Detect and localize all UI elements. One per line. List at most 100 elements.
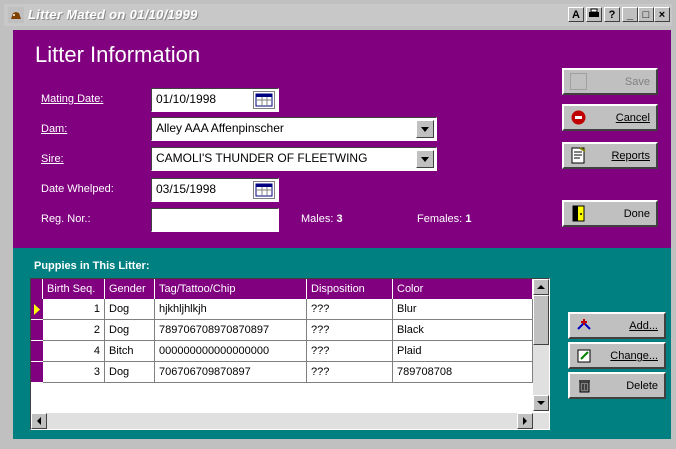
- dog-app-icon: [8, 7, 24, 23]
- cell-birth-seq[interactable]: 4: [43, 341, 105, 362]
- cell-disposition[interactable]: ???: [307, 341, 393, 362]
- save-button[interactable]: Save: [562, 68, 658, 95]
- reports-button[interactable]: Reports: [562, 142, 658, 169]
- title-bar: Litter Mated on 01/10/1999 A ? _ □ ×: [4, 4, 672, 26]
- mating-date-calendar-button[interactable]: [253, 91, 275, 109]
- column-header-color[interactable]: Color: [393, 279, 533, 299]
- cancel-button-label: Cancel: [615, 112, 650, 124]
- row-selector[interactable]: [31, 299, 43, 320]
- save-button-label: Save: [624, 76, 650, 88]
- calendar-icon: [255, 93, 273, 107]
- sire-label: Sire:: [41, 153, 64, 165]
- cell-tag[interactable]: 000000000000000000: [155, 341, 307, 362]
- add-button[interactable]: Add...: [568, 312, 666, 339]
- arrow-right-icon: [523, 417, 527, 425]
- cell-disposition[interactable]: ???: [307, 299, 393, 320]
- sire-select-value: CAMOLI'S THUNDER OF FLEETWING: [156, 151, 368, 165]
- add-button-label: Add...: [629, 320, 658, 332]
- mating-date-label: Mating Date:: [41, 93, 104, 105]
- cell-disposition[interactable]: ???: [307, 362, 393, 383]
- column-header-birth-seq[interactable]: Birth Seq.: [43, 279, 105, 299]
- column-header-disposition[interactable]: Disposition: [307, 279, 393, 299]
- cell-birth-seq[interactable]: 3: [43, 362, 105, 383]
- grid-corner: [31, 279, 43, 299]
- table-row[interactable]: 2 Dog 789706708970870897 ??? Black: [31, 320, 533, 341]
- cell-color[interactable]: Plaid: [393, 341, 533, 362]
- cell-gender[interactable]: Dog: [105, 320, 155, 341]
- window-a-button[interactable]: A: [568, 7, 584, 22]
- door-icon: [572, 205, 585, 222]
- window-close-button[interactable]: ×: [654, 7, 670, 22]
- cell-gender[interactable]: Bitch: [105, 341, 155, 362]
- column-header-tag[interactable]: Tag/Tattoo/Chip: [155, 279, 307, 299]
- date-whelped-calendar-button[interactable]: [253, 181, 275, 199]
- scroll-up-button[interactable]: [533, 279, 549, 295]
- reg-nor-label: Reg. Nor.:: [41, 213, 91, 225]
- current-row-arrow-icon: [34, 304, 40, 315]
- change-button-label: Change...: [610, 350, 658, 362]
- cell-tag[interactable]: 789706708970870897: [155, 320, 307, 341]
- printer-icon: [589, 8, 599, 17]
- cell-color[interactable]: Blur: [393, 299, 533, 320]
- grid-header-row: Birth Seq. Gender Tag/Tattoo/Chip Dispos…: [31, 279, 533, 299]
- delete-button-label: Delete: [626, 380, 658, 392]
- cell-gender[interactable]: Dog: [105, 362, 155, 383]
- sire-select[interactable]: CAMOLI'S THUNDER OF FLEETWING: [151, 147, 437, 171]
- cell-color[interactable]: Black: [393, 320, 533, 341]
- scroll-down-button[interactable]: [533, 395, 549, 411]
- horizontal-scrollbar[interactable]: [31, 413, 549, 429]
- window-help-button[interactable]: ?: [604, 7, 620, 22]
- change-button[interactable]: Change...: [568, 342, 666, 369]
- window-minimize-button[interactable]: _: [622, 7, 638, 22]
- sire-dropdown-arrow-icon[interactable]: [416, 150, 434, 168]
- table-row[interactable]: 3 Dog 706706709870897 ??? 789708708: [31, 362, 533, 383]
- cell-disposition[interactable]: ???: [307, 320, 393, 341]
- arrow-down-icon: [537, 401, 545, 405]
- scroll-left-button[interactable]: [31, 413, 47, 429]
- add-puppy-icon: [577, 319, 591, 330]
- done-button-label: Done: [623, 208, 650, 220]
- page-title: Litter Information: [35, 42, 201, 67]
- dam-select[interactable]: Alley AAA Affenpinscher: [151, 117, 437, 141]
- calendar-icon: [255, 183, 273, 197]
- puppies-grid[interactable]: Birth Seq. Gender Tag/Tattoo/Chip Dispos…: [30, 278, 550, 430]
- row-selector[interactable]: [31, 341, 43, 362]
- reports-button-label: Reports: [611, 150, 650, 162]
- column-header-gender[interactable]: Gender: [105, 279, 155, 299]
- table-row[interactable]: 1 Dog hjkhljhlkjh ??? Blur: [31, 299, 533, 320]
- cell-birth-seq[interactable]: 1: [43, 299, 105, 320]
- edit-icon: [577, 349, 591, 363]
- males-label: Males:: [301, 213, 334, 225]
- females-value: 1: [465, 213, 472, 225]
- report-icon: [571, 147, 586, 164]
- puppies-heading: Puppies in This Litter:: [34, 260, 150, 272]
- window-title: Litter Mated on 01/10/1999: [28, 7, 198, 22]
- window-print-button[interactable]: [586, 7, 602, 22]
- cell-gender[interactable]: Dog: [105, 299, 155, 320]
- window-maximize-button[interactable]: □: [638, 7, 654, 22]
- females-label: Females:: [417, 213, 463, 225]
- reg-nor-field[interactable]: [151, 208, 279, 232]
- done-button[interactable]: Done: [562, 200, 658, 227]
- cell-birth-seq[interactable]: 2: [43, 320, 105, 341]
- vertical-scrollbar[interactable]: [533, 279, 549, 411]
- vertical-scroll-thumb[interactable]: [533, 295, 549, 345]
- cell-color[interactable]: 789708708: [393, 362, 533, 383]
- cancel-button[interactable]: Cancel: [562, 104, 658, 131]
- males-count: Males: 3: [301, 213, 343, 225]
- delete-button[interactable]: Delete: [568, 372, 666, 399]
- scroll-right-button[interactable]: [517, 413, 533, 429]
- males-value: 3: [336, 213, 343, 225]
- females-count: Females: 1: [417, 213, 471, 225]
- save-icon: [570, 73, 587, 90]
- cell-tag[interactable]: 706706709870897: [155, 362, 307, 383]
- dam-select-value: Alley AAA Affenpinscher: [156, 121, 284, 135]
- row-selector[interactable]: [31, 362, 43, 383]
- dam-dropdown-arrow-icon[interactable]: [416, 120, 434, 138]
- table-row[interactable]: 4 Bitch 000000000000000000 ??? Plaid: [31, 341, 533, 362]
- cell-tag[interactable]: hjkhljhlkjh: [155, 299, 307, 320]
- row-selector[interactable]: [31, 320, 43, 341]
- trash-icon: [579, 380, 590, 393]
- puppies-panel: Puppies in This Litter: Birth Seq. Gende…: [13, 248, 671, 439]
- window: Litter Mated on 01/10/1999 A ? _ □ × Lit…: [0, 0, 676, 449]
